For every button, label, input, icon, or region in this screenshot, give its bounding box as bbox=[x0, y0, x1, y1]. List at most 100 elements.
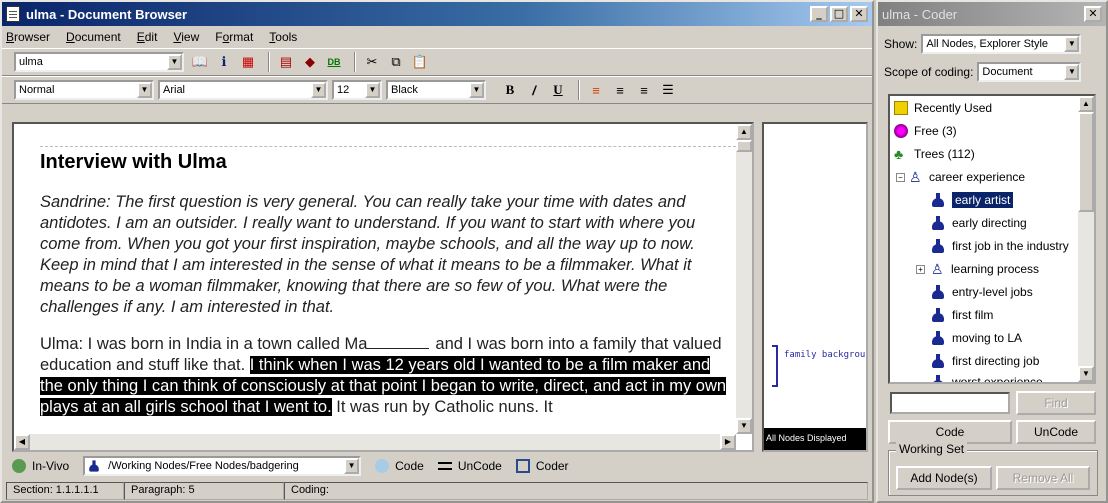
answer-paragraph[interactable]: Ulma: I was born in India in a town call… bbox=[40, 334, 736, 418]
show-select[interactable]: All Nodes, Explorer Style ▼ bbox=[921, 34, 1082, 54]
color-select[interactable]: Black ▼ bbox=[386, 80, 486, 100]
menu-edit-mnemonic: E bbox=[136, 30, 145, 44]
scroll-thumb[interactable] bbox=[736, 140, 752, 152]
collapse-icon[interactable]: − bbox=[896, 172, 905, 182]
info-icon[interactable]: ℹ bbox=[214, 52, 234, 72]
tree-vertical-scrollbar[interactable]: ▲ ▼ bbox=[1078, 96, 1094, 382]
tree-item-entry-level-jobs[interactable]: entry-level jobs bbox=[932, 282, 1033, 302]
find-button[interactable]: Find bbox=[1016, 391, 1096, 415]
chevron-down-icon[interactable]: ▼ bbox=[469, 82, 484, 98]
scroll-thumb[interactable] bbox=[1078, 112, 1094, 212]
menu-format[interactable]: Format bbox=[215, 30, 253, 44]
cut-icon[interactable]: ✂ bbox=[362, 52, 382, 72]
tree-item-career-experience[interactable]: − ♙ career experience bbox=[896, 167, 1025, 187]
document-vertical-scrollbar[interactable]: ▲ ▼ bbox=[736, 124, 752, 434]
scroll-up-icon[interactable]: ▲ bbox=[1078, 96, 1094, 112]
menu-view[interactable]: View bbox=[173, 30, 199, 44]
palette-icon[interactable]: ▦ bbox=[238, 52, 258, 72]
document-properties-icon[interactable]: ▤ bbox=[276, 52, 296, 72]
chevron-down-icon[interactable]: ▼ bbox=[1064, 36, 1080, 52]
style-select[interactable]: Normal ▼ bbox=[14, 80, 154, 100]
uncode-button[interactable]: UnCode bbox=[437, 459, 502, 473]
menu-document-mnemonic: D bbox=[66, 30, 75, 44]
chevron-down-icon[interactable]: ▼ bbox=[365, 82, 380, 98]
chevron-down-icon[interactable]: ▼ bbox=[137, 82, 152, 98]
align-center-icon[interactable]: ≡ bbox=[610, 80, 630, 100]
invivo-button[interactable]: In-Vivo bbox=[12, 459, 69, 473]
browser-titlebar[interactable]: ulma - Document Browser _ □ ✕ bbox=[2, 2, 872, 26]
tree-item-first-film[interactable]: first film bbox=[932, 305, 993, 325]
tree-item-learning-process[interactable]: + ♙ learning process bbox=[916, 259, 1039, 279]
node-tree[interactable]: Recently Used Free (3) ♣ Trees (112) − ♙… bbox=[888, 94, 1096, 384]
databite-icon[interactable]: DB bbox=[324, 52, 344, 72]
code-button[interactable]: Code bbox=[375, 459, 424, 473]
chevron-down-icon[interactable]: ▼ bbox=[167, 54, 182, 70]
document-content: Interview with Ulma Sandrine: The first … bbox=[40, 146, 736, 436]
scroll-down-icon[interactable]: ▼ bbox=[736, 418, 752, 434]
tree-item-free[interactable]: Free (3) bbox=[894, 121, 957, 141]
document-horizontal-scrollbar[interactable]: ◀ ▶ bbox=[14, 434, 736, 450]
node-icon bbox=[932, 239, 944, 253]
menu-edit[interactable]: Edit bbox=[137, 30, 158, 44]
underline-icon[interactable]: U bbox=[548, 80, 568, 100]
chevron-down-icon[interactable]: ▼ bbox=[1064, 64, 1080, 80]
find-input[interactable] bbox=[890, 392, 1010, 414]
document-text-area[interactable]: Interview with Ulma Sandrine: The first … bbox=[12, 122, 754, 452]
document-select[interactable]: ulma ▼ bbox=[14, 52, 184, 72]
copy-icon[interactable]: ⧉ bbox=[386, 52, 406, 72]
tree-item-first-directing-job[interactable]: first directing job bbox=[932, 351, 1039, 371]
menu-document[interactable]: Document bbox=[66, 30, 121, 44]
question-paragraph[interactable]: Sandrine: The first question is very gen… bbox=[40, 192, 736, 318]
status-coding: Coding: bbox=[284, 482, 868, 500]
expand-icon[interactable]: + bbox=[916, 264, 925, 274]
tree-item-moving-to-la[interactable]: moving to LA bbox=[932, 328, 1022, 348]
close-button[interactable]: ✕ bbox=[850, 6, 868, 22]
scroll-up-icon[interactable]: ▲ bbox=[736, 124, 752, 140]
bold-icon[interactable]: B bbox=[500, 80, 520, 100]
chevron-down-icon[interactable]: ▼ bbox=[311, 82, 326, 98]
chevron-down-icon[interactable]: ▼ bbox=[344, 458, 360, 474]
coder-titlebar[interactable]: ulma - Coder ✕ bbox=[878, 2, 1106, 26]
font-select-value: Arial bbox=[163, 84, 186, 96]
menu-tools[interactable]: Tools bbox=[269, 30, 297, 44]
menu-browser[interactable]: Browser bbox=[6, 30, 50, 44]
attribute-icon[interactable]: ◆ bbox=[300, 52, 320, 72]
menu-format-rest: rmat bbox=[229, 30, 254, 44]
justify-icon[interactable]: ☰ bbox=[658, 80, 678, 100]
node-path-select[interactable]: /Working Nodes/Free Nodes/badgering ▼ bbox=[83, 456, 362, 476]
font-select[interactable]: Arial ▼ bbox=[158, 80, 328, 100]
book-icon[interactable]: 📖 bbox=[190, 52, 210, 72]
tree-item-label: first directing job bbox=[952, 354, 1040, 368]
align-right-icon[interactable]: ≡ bbox=[634, 80, 654, 100]
menu-bar: Browser Document Edit View Format Tools bbox=[2, 26, 872, 48]
toolbar-separator bbox=[268, 52, 270, 72]
add-nodes-button[interactable]: Add Node(s) bbox=[896, 466, 992, 490]
uncode-button[interactable]: UnCode bbox=[1016, 420, 1096, 444]
remove-all-button[interactable]: Remove All bbox=[996, 466, 1090, 490]
maximize-button[interactable]: □ bbox=[830, 6, 848, 22]
coder-button[interactable]: Coder bbox=[515, 459, 569, 473]
coder-title: ulma - Coder bbox=[882, 6, 958, 22]
tree-item-early-artist[interactable]: early artist bbox=[932, 190, 1014, 210]
scroll-right-icon[interactable]: ▶ bbox=[720, 434, 736, 450]
coding-stripe-label[interactable]: family backgrou bbox=[784, 350, 865, 360]
scope-select[interactable]: Document ▼ bbox=[977, 62, 1082, 82]
tree-item-trees[interactable]: ♣ Trees (112) bbox=[894, 144, 975, 164]
scroll-left-icon[interactable]: ◀ bbox=[14, 434, 30, 450]
tree-item-first-job[interactable]: first job in the industry bbox=[932, 236, 1069, 256]
paste-icon[interactable]: 📋 bbox=[410, 52, 430, 72]
close-button[interactable]: ✕ bbox=[1084, 6, 1102, 22]
code-icon bbox=[375, 459, 390, 473]
minimize-button[interactable]: _ bbox=[810, 6, 828, 22]
italic-icon[interactable]: / bbox=[524, 80, 544, 100]
tree-item-recently-used[interactable]: Recently Used bbox=[894, 98, 992, 118]
scroll-down-icon[interactable]: ▼ bbox=[1078, 366, 1094, 382]
size-select[interactable]: 12 ▼ bbox=[332, 80, 382, 100]
node-path-value: /Working Nodes/Free Nodes/badgering bbox=[108, 460, 299, 472]
code-button[interactable]: Code bbox=[888, 420, 1012, 444]
tree-item-early-directing[interactable]: early directing bbox=[932, 213, 1027, 233]
align-left-icon[interactable]: ≡ bbox=[586, 80, 606, 100]
tree-item-worst-experience[interactable]: worst experience bbox=[932, 372, 1043, 382]
working-set-label: Working Set bbox=[896, 442, 968, 456]
answer-text-end: It was run by Catholic nuns. It bbox=[331, 398, 553, 416]
